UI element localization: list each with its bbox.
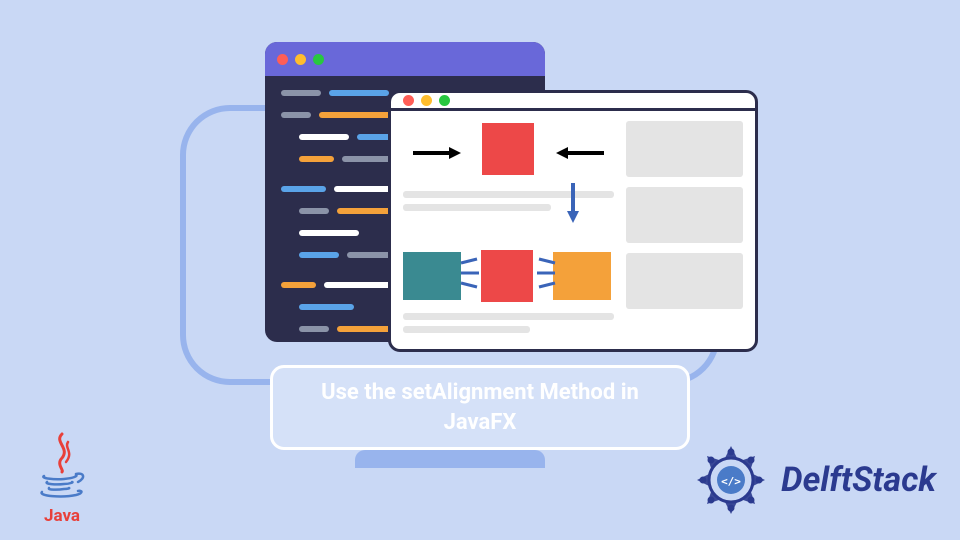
browser-main-content — [403, 121, 614, 339]
traffic-light-red-icon — [277, 54, 288, 65]
svg-text:</>: </> — [721, 475, 741, 488]
alignment-target-top — [482, 123, 534, 175]
placeholder-bar — [403, 191, 614, 198]
traffic-light-green-icon — [439, 95, 450, 106]
placeholder-bar — [403, 204, 551, 211]
placeholder-bar — [403, 326, 530, 333]
arrow-right-icon — [411, 145, 461, 161]
monitor-stand-base — [355, 450, 545, 468]
java-logo: Java — [22, 432, 102, 526]
alignment-block-right — [553, 252, 611, 300]
placeholder-bar — [403, 313, 614, 320]
sidebar-block — [626, 253, 743, 309]
alignment-block-left — [403, 252, 461, 300]
java-logo-icon — [34, 432, 90, 500]
java-logo-label: Java — [22, 506, 102, 526]
browser-sidebar — [626, 121, 743, 339]
sidebar-block — [626, 121, 743, 177]
browser-titlebar — [391, 93, 755, 111]
page-title: Use the setAlignment Method in JavaFX — [270, 365, 690, 450]
delft-mandala-icon: </> — [693, 442, 769, 518]
burst-left-icon — [535, 257, 557, 289]
traffic-light-yellow-icon — [421, 95, 432, 106]
traffic-light-red-icon — [403, 95, 414, 106]
alignment-target-center — [481, 250, 533, 302]
burst-right-icon — [459, 257, 481, 289]
delftstack-logo: </> DelftStack — [693, 442, 936, 518]
traffic-light-green-icon — [313, 54, 324, 65]
traffic-light-yellow-icon — [295, 54, 306, 65]
browser-window — [388, 90, 758, 352]
arrow-left-icon — [556, 145, 606, 161]
arrow-down-icon — [565, 181, 581, 223]
delftstack-logo-label: DelftStack — [781, 460, 936, 500]
code-titlebar — [265, 42, 545, 76]
sidebar-block — [626, 187, 743, 243]
browser-body — [391, 111, 755, 349]
